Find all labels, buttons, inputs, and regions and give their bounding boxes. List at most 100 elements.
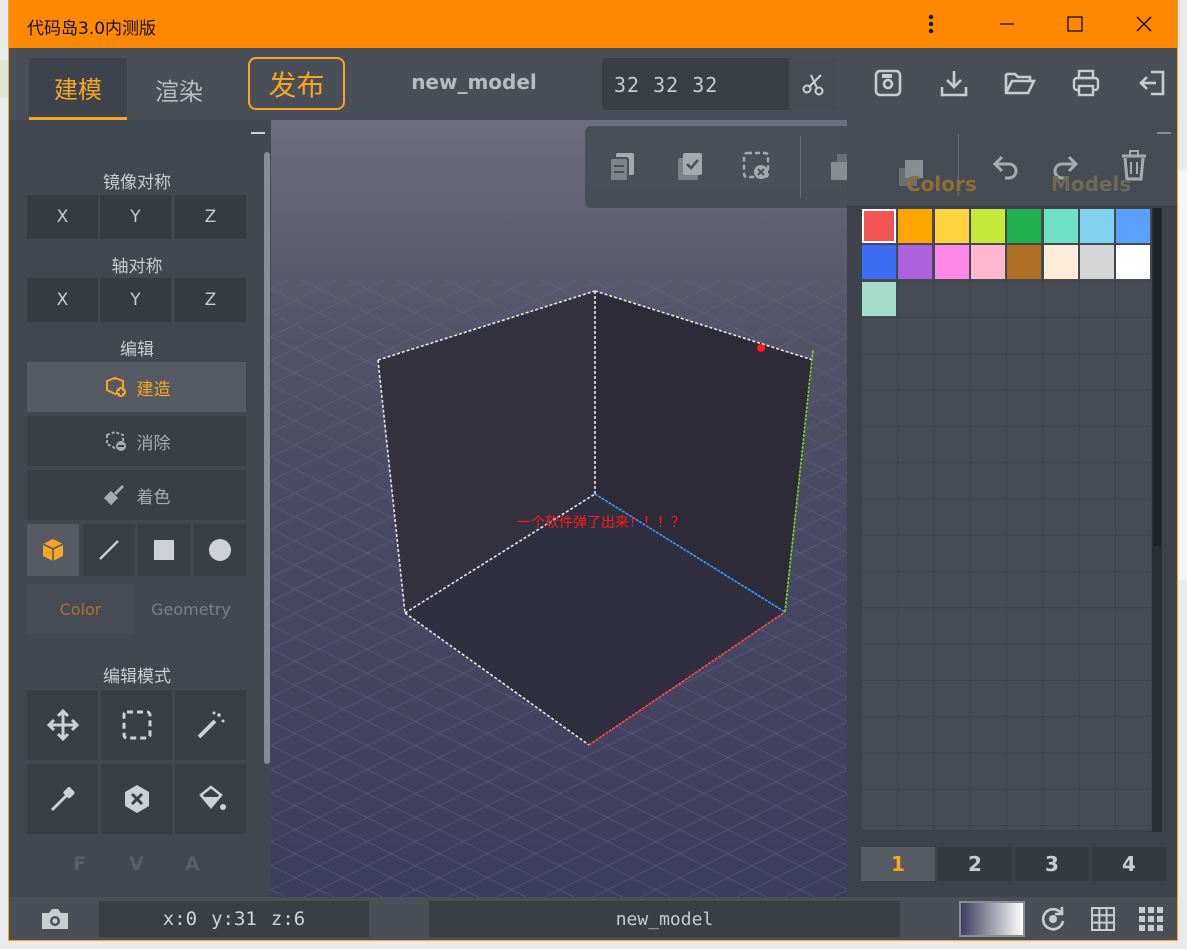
color-swatch[interactable] xyxy=(934,209,969,243)
color-swatch[interactable] xyxy=(934,245,969,280)
publish-button[interactable]: 发布 xyxy=(248,57,345,110)
left-panel-scrollbar[interactable] xyxy=(264,152,270,764)
publish-label: 发布 xyxy=(268,68,325,102)
bottom-model-name[interactable]: new_model xyxy=(429,901,900,937)
shape-square-button[interactable] xyxy=(138,524,190,576)
model-size-field[interactable]: 32 32 32 xyxy=(602,58,839,110)
color-swatch[interactable] xyxy=(1007,209,1042,243)
move-button[interactable] xyxy=(27,690,98,760)
select-icon xyxy=(122,710,151,740)
select-button[interactable] xyxy=(101,690,172,760)
grid-icon[interactable] xyxy=(1089,905,1117,933)
copy-icon[interactable] xyxy=(607,150,637,184)
mirror-z-button[interactable]: Z xyxy=(175,195,246,239)
tab-geometry-label: Geometry xyxy=(151,599,231,619)
cursor-marker xyxy=(757,344,765,352)
vertex-mode-label[interactable]: V xyxy=(129,853,144,875)
model-size-value: 32 32 32 xyxy=(614,73,719,97)
mirror-y-button[interactable]: Y xyxy=(100,195,171,239)
tab-label: 建模 xyxy=(54,76,102,104)
tab-color[interactable]: Color xyxy=(27,584,134,634)
clear-button[interactable] xyxy=(101,764,172,834)
color-swatch[interactable] xyxy=(1079,209,1114,243)
palette-scrollbar[interactable] xyxy=(1152,208,1162,832)
title-bar: 代码岛3.0内测版 xyxy=(9,0,1177,48)
left-panel: 镜像对称 X Y Z 轴对称 X Y Z 编辑 建造 消除 着色 Color G… xyxy=(9,120,271,897)
coord-y: y:31 xyxy=(211,908,257,930)
scissors-icon[interactable] xyxy=(789,58,839,110)
delete-selection-icon[interactable] xyxy=(741,150,773,184)
print-icon[interactable] xyxy=(1069,66,1103,100)
erase-button[interactable]: 消除 xyxy=(27,416,246,466)
fill-bucket-button[interactable] xyxy=(175,764,246,834)
all-mode-label[interactable]: A xyxy=(185,853,200,875)
build-icon xyxy=(105,376,126,397)
axis-z-button[interactable]: Z xyxy=(175,278,246,322)
fill-bucket-icon xyxy=(198,785,226,810)
tab-modeling[interactable]: 建模 xyxy=(29,58,127,120)
magic-wand-button[interactable] xyxy=(175,690,246,760)
color-swatch[interactable] xyxy=(970,209,1005,243)
move-icon xyxy=(46,708,79,742)
minimize-icon[interactable] xyxy=(993,10,1021,38)
maximize-icon[interactable] xyxy=(1061,10,1089,38)
shape-circle-button[interactable] xyxy=(194,524,246,576)
axis-y-button[interactable]: Y xyxy=(100,278,171,322)
3d-viewport[interactable] xyxy=(271,120,847,897)
top-toolbar: 建模 渲染 发布 new_model 32 32 32 xyxy=(9,48,1177,120)
face-mode-label[interactable]: F xyxy=(73,853,86,875)
mirror-x-button[interactable]: X xyxy=(27,195,98,239)
exit-icon[interactable] xyxy=(1135,66,1169,100)
more-icon[interactable] xyxy=(917,10,945,38)
tab-geometry[interactable]: Geometry xyxy=(136,584,246,634)
save-icon[interactable] xyxy=(871,66,905,100)
palette-page-2[interactable]: 2 xyxy=(938,847,1012,881)
tab-render[interactable]: 渲染 xyxy=(130,58,228,120)
camera-icon[interactable] xyxy=(39,905,71,933)
cube-icon xyxy=(42,539,64,561)
axis-title: 轴对称 xyxy=(111,257,163,277)
paint-button[interactable]: 着色 xyxy=(27,470,246,520)
color-swatch[interactable] xyxy=(1079,245,1114,280)
color-swatch[interactable] xyxy=(970,245,1005,280)
open-folder-icon[interactable] xyxy=(1003,66,1037,100)
color-swatch[interactable] xyxy=(898,209,933,243)
palette-page-4[interactable]: 4 xyxy=(1092,847,1166,881)
build-label: 建造 xyxy=(136,379,171,400)
background-color-swatch[interactable] xyxy=(959,901,1025,937)
build-button[interactable]: 建造 xyxy=(27,362,246,412)
bottom-model-name-label: new_model xyxy=(615,908,714,930)
color-swatch[interactable] xyxy=(862,209,896,243)
paste-icon[interactable] xyxy=(675,150,705,184)
download-icon[interactable] xyxy=(937,66,971,100)
close-icon[interactable] xyxy=(1130,10,1158,38)
toolbar-divider xyxy=(800,136,801,198)
collapse-left-icon[interactable] xyxy=(251,132,265,134)
background-window-edge xyxy=(1178,170,1187,580)
tab-colors[interactable]: Colors xyxy=(906,172,977,196)
collapse-right-icon[interactable] xyxy=(1157,132,1171,134)
color-swatch[interactable] xyxy=(862,245,896,280)
erase-label: 消除 xyxy=(136,433,171,454)
shape-cube-button[interactable] xyxy=(27,524,79,576)
coord-z: z:6 xyxy=(270,908,306,930)
rotate-icon[interactable] xyxy=(1039,905,1067,933)
axis-x-button[interactable]: X xyxy=(27,278,98,322)
color-swatch[interactable] xyxy=(1043,209,1078,243)
grid-dense-icon[interactable] xyxy=(1137,905,1165,933)
floating-toolbar xyxy=(585,126,885,208)
color-swatch[interactable] xyxy=(1043,245,1078,280)
tab-models[interactable]: Models xyxy=(1051,172,1131,196)
eyedropper-button[interactable] xyxy=(27,764,98,834)
color-swatch[interactable] xyxy=(1116,209,1151,243)
palette-scroll-thumb[interactable] xyxy=(1153,208,1161,546)
color-swatch[interactable] xyxy=(862,281,896,316)
color-swatch[interactable] xyxy=(1007,245,1042,280)
circle-icon xyxy=(209,539,231,561)
color-swatch[interactable] xyxy=(898,245,933,280)
erase-icon xyxy=(105,430,126,451)
palette-page-1[interactable]: 1 xyxy=(861,847,935,881)
shape-line-button[interactable] xyxy=(83,524,135,576)
color-swatch[interactable] xyxy=(1116,245,1151,280)
palette-page-3[interactable]: 3 xyxy=(1015,847,1089,881)
